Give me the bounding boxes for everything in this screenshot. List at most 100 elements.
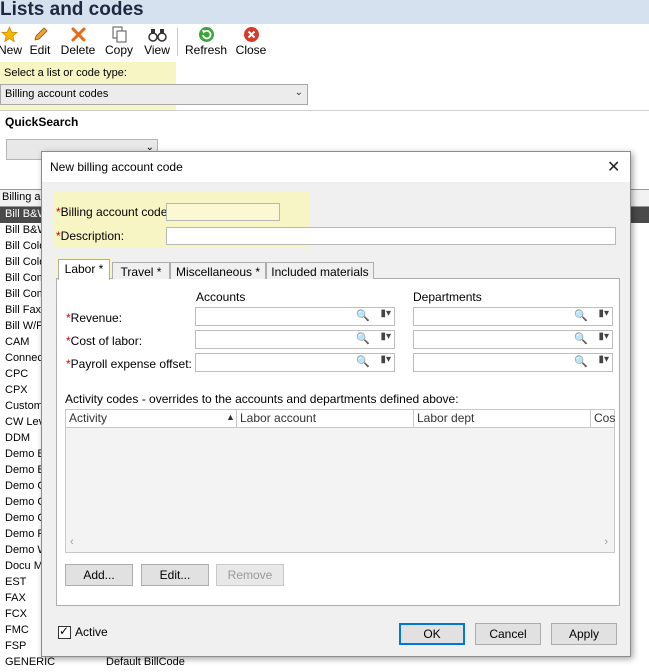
description-input[interactable] — [166, 227, 616, 245]
list-item[interactable]: GENERIC Default BillCode — [0, 655, 649, 671]
view-button[interactable]: View — [143, 24, 171, 60]
search-icon[interactable]: 🔍 — [356, 355, 370, 368]
horizontal-scrollbar[interactable]: ‹ › — [66, 535, 614, 551]
list-item-code: CW Lev — [5, 416, 45, 428]
scroll-right-icon[interactable]: › — [604, 536, 608, 548]
edit-button[interactable]: Edit — [28, 24, 52, 60]
list-item-code: Demo B — [5, 448, 45, 460]
selector-label: Select a list or code type: — [4, 67, 127, 79]
apply-button[interactable]: Apply — [551, 623, 617, 645]
scroll-left-icon[interactable]: ‹ — [70, 536, 74, 548]
dialog-title: New billing account code — [50, 160, 183, 174]
payroll-offset-account-input[interactable]: 🔍 ▮▾ — [195, 353, 395, 372]
list-item-code: Bill Com — [5, 288, 46, 300]
lookup-menu-icon[interactable]: ▮▾ — [380, 354, 391, 365]
list-item-code: FSP — [5, 640, 27, 652]
search-icon[interactable]: 🔍 — [574, 355, 588, 368]
lookup-menu-icon[interactable]: ▮▾ — [598, 308, 609, 319]
ok-button[interactable]: OK — [399, 623, 465, 645]
copy-button-label: Copy — [104, 43, 133, 57]
lookup-menu-icon[interactable]: ▮▾ — [380, 331, 391, 342]
app-title: Lists and codes — [0, 0, 144, 20]
list-type-select[interactable]: Billing account codes ⌄ — [0, 84, 308, 105]
cancel-button[interactable]: Cancel — [475, 623, 541, 645]
tab-included-materials[interactable]: Included materials — [266, 262, 374, 279]
copy-icon — [112, 26, 126, 43]
active-checkbox[interactable]: ✓ — [58, 624, 71, 639]
list-type-value: Billing account codes — [5, 88, 109, 100]
cost-of-labor-dept-input[interactable]: 🔍 ▮▾ — [413, 330, 613, 349]
app-title-bar: Lists and codes — [0, 0, 649, 24]
new-billing-code-dialog: New billing account code ✕ *Billing acco… — [41, 151, 631, 657]
refresh-button-label: Refresh — [185, 43, 228, 57]
list-item-code: CPX — [5, 384, 28, 396]
checkmark-icon: ✓ — [59, 624, 70, 638]
list-item-code: FCX — [5, 608, 27, 620]
search-icon[interactable]: 🔍 — [574, 332, 588, 345]
close-icon — [243, 27, 259, 42]
revenue-label: *Revenue: — [66, 311, 123, 325]
search-icon[interactable]: 🔍 — [356, 332, 370, 345]
departments-header: Departments — [413, 290, 482, 304]
x-icon — [71, 27, 85, 42]
billing-code-input[interactable] — [166, 203, 280, 221]
add-activity-button[interactable]: Add... — [65, 564, 133, 586]
chevron-down-icon: ⌄ — [294, 87, 303, 98]
view-button-label: View — [144, 43, 170, 57]
delete-button[interactable]: Delete — [60, 24, 96, 60]
list-item-code: DDM — [5, 432, 31, 444]
cost-of-labor-label: *Cost of labor: — [66, 334, 143, 348]
list-item-code: Docu M — [5, 560, 43, 572]
lookup-menu-icon[interactable]: ▮▾ — [380, 308, 391, 319]
sort-asc-icon: ▲ — [226, 412, 235, 422]
list-item-code: Bill Colo — [5, 256, 46, 268]
activity-column-header[interactable]: Activity ▲ — [66, 410, 237, 427]
list-item-code: Demo C — [5, 480, 46, 492]
code-column-header: Billing ac — [2, 191, 47, 203]
list-item-code: Bill Fax — [5, 304, 42, 316]
cost-of-labor-account-input[interactable]: 🔍 ▮▾ — [195, 330, 395, 349]
remove-activity-button[interactable]: Remove — [216, 564, 284, 586]
search-icon[interactable]: 🔍 — [356, 309, 370, 322]
lookup-menu-icon[interactable]: ▮▾ — [598, 331, 609, 342]
search-icon[interactable]: 🔍 — [574, 309, 588, 322]
revenue-dept-input[interactable]: 🔍 ▮▾ — [413, 307, 613, 326]
labor-dept-column-header[interactable]: Labor dept — [414, 410, 591, 427]
toolbar: New Edit Delete Copy View Refresh Close — [0, 24, 649, 62]
list-item-code: Demo B — [5, 464, 45, 476]
cost-column-header[interactable]: Cos — [591, 410, 615, 427]
star-icon — [0, 26, 18, 43]
quicksearch-label: QuickSearch — [5, 115, 79, 129]
revenue-account-input[interactable]: 🔍 ▮▾ — [195, 307, 395, 326]
list-item-code: Bill Colo — [5, 240, 46, 252]
close-icon[interactable]: ✕ — [607, 157, 620, 177]
tab-travel[interactable]: Travel * — [112, 262, 170, 279]
list-item-code: CAM — [5, 336, 30, 348]
activity-codes-grid[interactable]: Activity ▲ Labor account Labor dept Cos … — [65, 409, 615, 553]
close-button[interactable]: Close — [234, 24, 268, 60]
edit-activity-button[interactable]: Edit... — [141, 564, 209, 586]
refresh-button[interactable]: Refresh — [185, 24, 227, 60]
list-item-code: Demo F — [5, 528, 45, 540]
list-item-code: Bill Com — [5, 272, 46, 284]
refresh-icon — [198, 27, 214, 42]
lookup-menu-icon[interactable]: ▮▾ — [598, 354, 609, 365]
list-item-code: FMC — [5, 624, 29, 636]
billing-code-label: *Billing account code — [56, 205, 168, 219]
list-item-code: Demo C — [5, 496, 46, 508]
description-label: *Description: — [56, 229, 125, 243]
payroll-offset-label: *Payroll expense offset: — [66, 357, 192, 371]
toolbar-separator — [177, 28, 178, 56]
new-button-label: New — [0, 43, 23, 57]
edit-button-label: Edit — [29, 43, 51, 57]
active-label[interactable]: Active — [75, 625, 108, 639]
new-button[interactable]: New — [0, 24, 23, 60]
payroll-offset-dept-input[interactable]: 🔍 ▮▾ — [413, 353, 613, 372]
accounts-header: Accounts — [196, 290, 246, 304]
tab-labor[interactable]: Labor * — [58, 259, 110, 280]
copy-button[interactable]: Copy — [104, 24, 134, 60]
delete-button-label: Delete — [60, 43, 96, 57]
list-item-code: GENERIC — [5, 656, 56, 668]
tab-miscellaneous[interactable]: Miscellaneous * — [170, 262, 266, 279]
labor-account-column-header[interactable]: Labor account — [237, 410, 414, 427]
